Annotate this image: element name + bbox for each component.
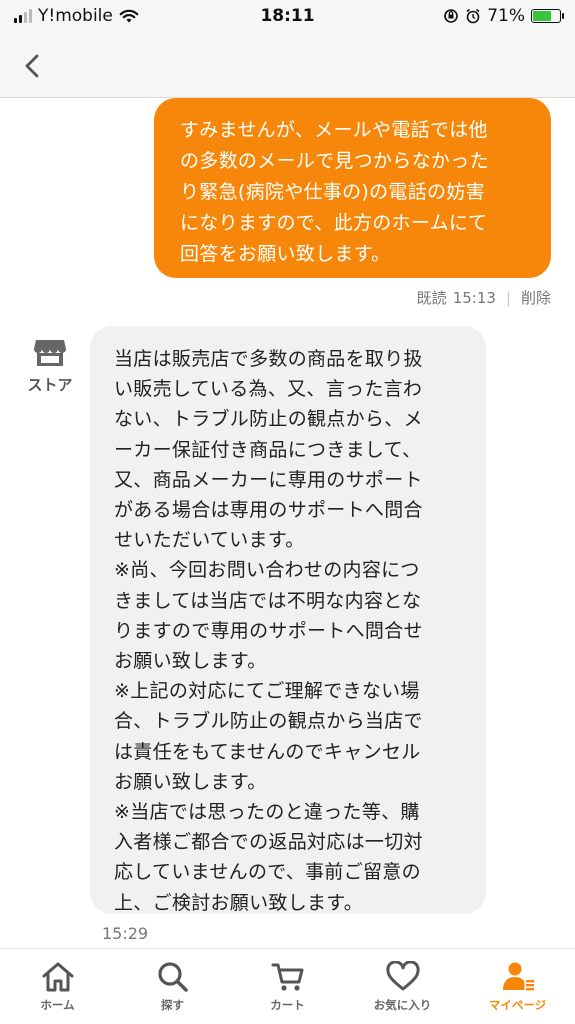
tab-cart[interactable]: カート (230, 949, 345, 1024)
delete-button[interactable]: 削除 (521, 287, 551, 308)
message-line: 合、トラブル防止の観点から当店で (114, 710, 423, 733)
home-icon (42, 962, 73, 992)
user-icon (502, 962, 534, 991)
tab-search[interactable]: 探す (115, 949, 230, 1024)
search-icon (157, 962, 188, 992)
status-bar: Y!mobile 18:11 71% (0, 0, 575, 34)
tab-label: マイページ (488, 998, 547, 1012)
cart-icon (271, 963, 303, 991)
message-line: りますので専用のサポートへ問合せ (114, 619, 423, 642)
tab-label: ホーム (40, 998, 75, 1012)
chevron-left-icon (25, 54, 39, 78)
tab-mypage[interactable]: マイページ (460, 949, 575, 1024)
message-line: り緊急(病院や仕事の)の電話の妨害 (180, 181, 485, 203)
tab-favorites[interactable]: お気に入り (345, 949, 460, 1024)
message-line: ※上記の対応にてご理解できない場 (114, 680, 420, 703)
message-line: ※当店では思ったのと違った等、購 (114, 801, 420, 824)
battery-icon (531, 9, 564, 23)
screen: Y!mobile 18:11 71% すみませんが、メールや電話では他 の多数の… (0, 0, 575, 1024)
message-line: 当店は販売店で多数の商品を取り扱 (114, 348, 423, 370)
chat-thread[interactable]: すみませんが、メールや電話では他 の多数のメールで見つからなかった り緊急(病院… (0, 98, 575, 948)
message-line: い販売している為、又、言った言わ (114, 378, 423, 401)
message-line: お願い致します。 (114, 770, 267, 793)
nav-header (0, 34, 575, 98)
status-right: 71% (443, 6, 564, 26)
store-avatar[interactable]: ストア (22, 338, 78, 395)
message-line: 回答をお願い致します。 (180, 243, 391, 265)
tab-bar: ホーム 探す カート お気に入り マイページ (0, 948, 575, 1024)
message-line: ない、トラブル防止の観点から、メ (114, 408, 423, 431)
outgoing-message-meta: 既読 15:13 | 削除 (417, 287, 551, 308)
tab-label: お気に入り (373, 998, 432, 1012)
message-line: お願い致します。 (114, 650, 267, 673)
rotation-lock-icon (444, 9, 459, 23)
back-button[interactable] (18, 50, 48, 82)
message-line: になりますので、此方のホームにて (180, 212, 488, 234)
message-line: せいただいています。 (114, 529, 305, 552)
message-line: がある場合は専用のサポートへ問合 (114, 499, 423, 522)
message-line: は責任をもてませんのでキャンセル (114, 740, 421, 763)
message-line: 応していませんので、事前ご留意の (114, 861, 421, 884)
outgoing-time: 15:13 (452, 288, 496, 307)
message-line: きましては当店では不明な内容とな (114, 589, 422, 612)
incoming-time: 15:29 (102, 924, 149, 943)
heart-icon (385, 961, 420, 991)
message-line: ※尚、今回お問い合わせの内容につ (114, 559, 420, 582)
read-status: 既読 (416, 289, 447, 307)
tab-label: カート (270, 998, 305, 1012)
divider: | (505, 288, 511, 307)
tab-home[interactable]: ホーム (0, 949, 115, 1024)
outgoing-message-bubble: すみませんが、メールや電話では他 の多数のメールで見つからなかった り緊急(病院… (154, 98, 551, 278)
message-line: の多数のメールで見つからなかった (180, 150, 489, 172)
store-label: ストア (27, 376, 73, 394)
message-line: すみませんが、メールや電話では他 (180, 119, 488, 141)
incoming-message-bubble: 当店は販売店で多数の商品を取り扱 い販売している為、又、言った言わ ない、トラブ… (90, 326, 486, 914)
alarm-icon (466, 8, 480, 24)
message-line: 又、商品メーカーに専用のサポート (114, 468, 423, 491)
message-line: 上、ご検討お願い致します。 (114, 891, 364, 914)
tab-label: 探す (161, 998, 184, 1012)
store-icon (34, 340, 66, 366)
battery-percent: 71% (487, 6, 525, 26)
message-line: 入者様ご都合での返品対応は一切対 (114, 831, 423, 854)
message-line: ーカー保証付き商品につきまして、 (114, 438, 422, 461)
